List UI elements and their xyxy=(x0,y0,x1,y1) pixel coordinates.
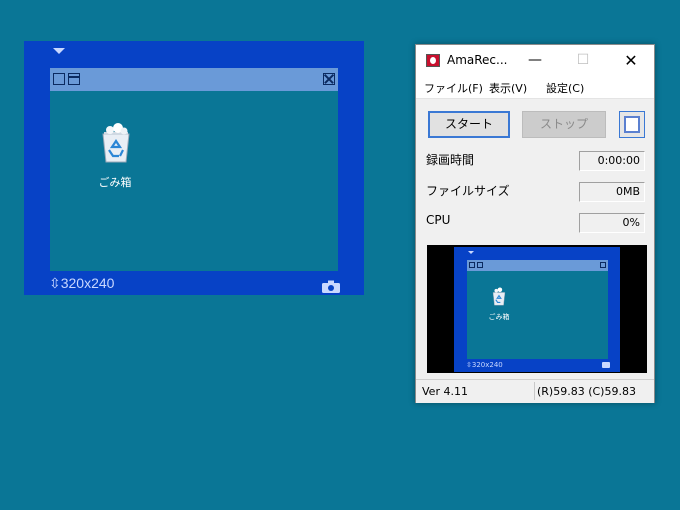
preview-arrow-icon xyxy=(468,251,474,254)
menu-file[interactable]: ファイル(F) xyxy=(424,80,483,96)
resize-icon: ⇳ xyxy=(49,275,61,291)
title-bar[interactable]: AmaRec... — ☐ ✕ xyxy=(416,45,654,76)
capture-frame[interactable]: ごみ箱 ⇳320x240 xyxy=(24,41,364,295)
cpu-value: 0% xyxy=(579,213,645,233)
preview-recycle-bin-label: ごみ箱 xyxy=(488,313,510,321)
window-layout-icon[interactable] xyxy=(68,73,80,85)
cpu-label: CPU xyxy=(426,213,451,227)
app-record-icon xyxy=(426,54,440,67)
preview-window-button[interactable] xyxy=(619,111,645,138)
status-bar: Ver 4.11 (R)59.83 (C)59.83 xyxy=(416,379,654,403)
recording-time-value: 0:00:00 xyxy=(579,151,645,171)
file-size-label: ファイルサイズ xyxy=(426,184,510,198)
capture-area: ごみ箱 xyxy=(50,68,338,271)
menu-settings[interactable]: 設定(C) xyxy=(546,80,584,96)
preview-camera-icon xyxy=(602,362,610,368)
maximize-button[interactable]: ☐ xyxy=(564,45,602,76)
menu-bar: ファイル(F) 表示(V) 設定(C) xyxy=(416,76,654,99)
status-divider xyxy=(534,382,535,400)
capture-size-readout: ⇳320x240 xyxy=(49,275,115,291)
minimize-button[interactable]: — xyxy=(516,45,554,76)
preview-pane[interactable]: ごみ箱 ⇳320x240 xyxy=(427,245,647,373)
recycle-bin-label: ごみ箱 xyxy=(98,176,132,189)
close-box-icon[interactable] xyxy=(323,73,335,85)
amarec-window: AmaRec... — ☐ ✕ ファイル(F) 表示(V) 設定(C) スタート… xyxy=(415,44,655,403)
preview-capture-frame: ごみ箱 ⇳320x240 xyxy=(454,247,620,372)
dropdown-arrow-icon[interactable] xyxy=(53,48,65,54)
preview-layout-icon xyxy=(477,262,483,268)
file-size-value: 0MB xyxy=(579,182,645,202)
window-icon[interactable] xyxy=(53,73,65,85)
preview-size-readout: ⇳320x240 xyxy=(466,361,503,369)
menu-view[interactable]: 表示(V) xyxy=(489,80,527,96)
frame-rate-text: (R)59.83 (C)59.83 xyxy=(537,385,636,398)
recording-time-label: 録画時間 xyxy=(426,153,475,167)
preview-capture-area: ごみ箱 xyxy=(467,260,608,359)
start-button[interactable]: スタート xyxy=(428,111,510,138)
version-text: Ver 4.11 xyxy=(422,385,468,398)
preview-recycle-bin-icon xyxy=(489,287,509,311)
close-button[interactable]: ✕ xyxy=(612,45,650,76)
preview-close-icon xyxy=(600,262,606,268)
stop-button[interactable]: ストップ xyxy=(522,111,606,138)
preview-titlebar xyxy=(467,260,608,271)
window-title: AmaRec... xyxy=(447,53,508,67)
recycle-bin-icon[interactable] xyxy=(94,122,138,170)
camera-icon[interactable] xyxy=(322,278,340,297)
preview-window-icon xyxy=(469,262,475,268)
capture-titlebar[interactable] xyxy=(50,68,338,91)
